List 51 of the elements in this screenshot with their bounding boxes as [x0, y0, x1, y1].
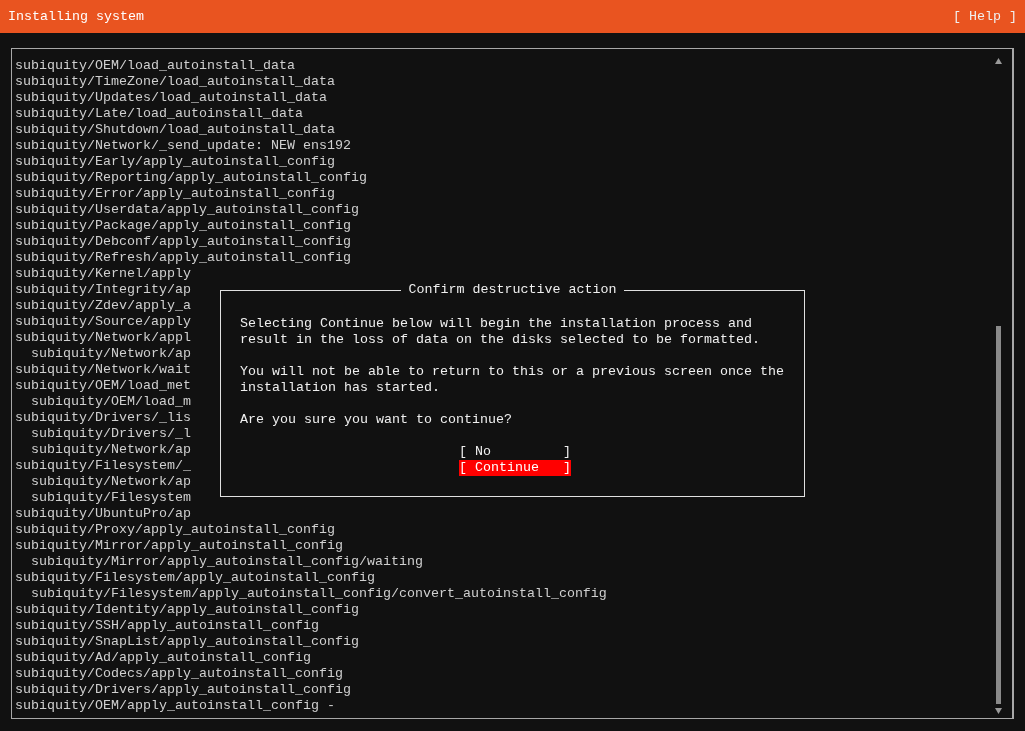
log-line: subiquity/Identity/apply_autoinstall_config: [15, 602, 359, 618]
log-line: subiquity/Early/apply_autoinstall_config: [15, 154, 335, 170]
log-line: subiquity/Proxy/apply_autoinstall_config: [15, 522, 335, 538]
log-line: subiquity/Error/apply_autoinstall_config: [15, 186, 335, 202]
log-line: subiquity/Filesystem: [31, 490, 191, 506]
log-line: subiquity/Source/apply: [15, 314, 191, 330]
log-line: subiquity/OEM/load_met: [15, 378, 191, 394]
window-title: Installing system: [8, 8, 144, 25]
dialog-button[interactable]: [ Continue ]: [459, 460, 571, 476]
log-line: subiquity/Filesystem/apply_autoinstall_config/convert_autoinstall_config: [31, 586, 607, 602]
log-line: subiquity/Mirror/apply_autoinstall_config/waiting: [31, 554, 423, 570]
log-line: subiquity/Network/appl: [15, 330, 191, 346]
log-line: subiquity/Drivers/_lis: [15, 410, 191, 426]
log-line: subiquity/Network/ap: [31, 442, 191, 458]
log-line: subiquity/OEM/load_m: [31, 394, 191, 410]
log-line: subiquity/Network/_send_update: NEW ens192: [15, 138, 351, 154]
log-line: subiquity/Network/wait: [15, 362, 191, 378]
log-line: subiquity/Package/apply_autoinstall_config: [15, 218, 351, 234]
log-line: subiquity/Debconf/apply_autoinstall_config: [15, 234, 351, 250]
log-line: subiquity/Integrity/ap: [15, 282, 191, 298]
log-line: subiquity/Filesystem/apply_autoinstall_config: [15, 570, 375, 586]
scrollbar-thumb[interactable]: [995, 326, 1001, 704]
dialog-button[interactable]: [ No ]: [459, 444, 571, 460]
log-line: subiquity/Zdev/apply_a: [15, 298, 191, 314]
log-line: subiquity/Drivers/_l: [31, 426, 191, 442]
log-line: subiquity/SnapList/apply_autoinstall_config: [15, 634, 359, 650]
log-line: subiquity/Updates/load_autoinstall_data: [15, 90, 327, 106]
scroll-up-icon[interactable]: [994, 58, 1002, 64]
log-line: subiquity/UbuntuPro/ap: [15, 506, 191, 522]
log-line: subiquity/Shutdown/load_autoinstall_data: [15, 122, 335, 138]
dialog-text: Selecting Continue below will begin the installation process and result in the loss of data on the disks selected to be formatted.: [240, 316, 761, 348]
help-button[interactable]: [ Help ]: [953, 8, 1017, 25]
log-line: subiquity/Codecs/apply_autoinstall_config: [15, 666, 343, 682]
log-line: subiquity/Network/ap: [31, 346, 191, 362]
log-line: subiquity/Refresh/apply_autoinstall_config: [15, 250, 351, 266]
log-line: subiquity/Ad/apply_autoinstall_config: [15, 650, 311, 666]
log-line: subiquity/Userdata/apply_autoinstall_config: [15, 202, 359, 218]
log-line: subiquity/SSH/apply_autoinstall_config: [15, 618, 319, 634]
log-line: subiquity/Drivers/apply_autoinstall_config: [15, 682, 351, 698]
log-line: subiquity/Network/ap: [31, 474, 191, 490]
log-line: subiquity/Kernel/apply: [15, 266, 191, 282]
log-line: subiquity/Filesystem/_: [15, 458, 191, 474]
log-line: subiquity/OEM/apply_autoinstall_config -: [15, 698, 335, 714]
log-line: subiquity/TimeZone/load_autoinstall_data: [15, 74, 335, 90]
scroll-down-icon[interactable]: [994, 708, 1002, 714]
log-line: subiquity/OEM/load_autoinstall_data: [15, 58, 295, 74]
log-line: subiquity/Mirror/apply_autoinstall_config: [15, 538, 343, 554]
log-line: subiquity/Late/load_autoinstall_data: [15, 106, 303, 122]
dialog-text: You will not be able to return to this or a previous screen once the installation has started.: [240, 364, 785, 396]
log-line: subiquity/Reporting/apply_autoinstall_config: [15, 170, 367, 186]
dialog-text: Are you sure you want to continue?: [240, 412, 513, 428]
